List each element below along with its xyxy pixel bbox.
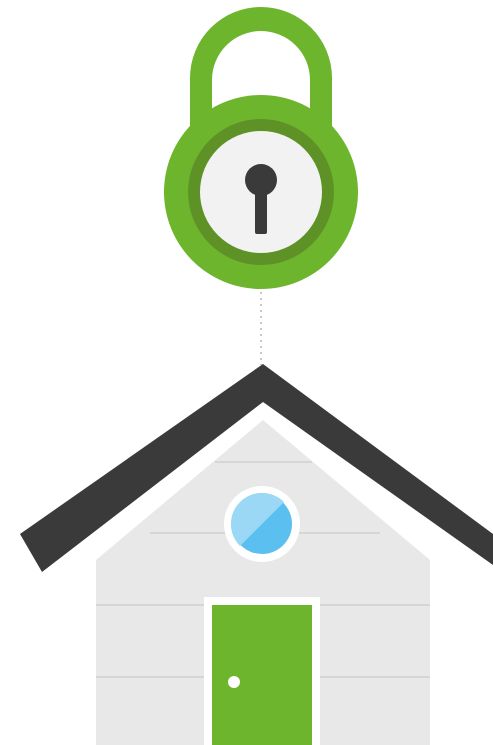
home-security-illustration (0, 0, 493, 745)
door-knob (228, 676, 240, 688)
round-window (224, 486, 300, 562)
padlock-icon (164, 7, 358, 289)
house-icon (20, 364, 493, 745)
house-door (204, 597, 320, 745)
illustration-canvas (20, 7, 493, 745)
